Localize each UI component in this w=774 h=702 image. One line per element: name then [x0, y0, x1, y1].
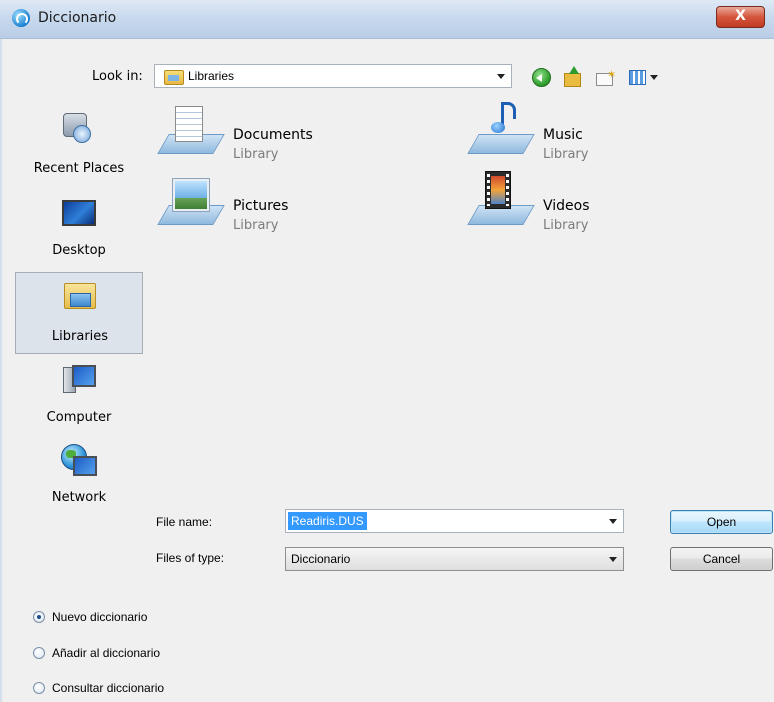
chevron-down-icon[interactable]: [497, 74, 505, 79]
item-name: Documents: [233, 127, 313, 143]
back-button[interactable]: [530, 66, 552, 88]
library-item-music[interactable]: Music Library: [465, 100, 745, 164]
radio-label: Nuevo diccionario: [52, 610, 148, 624]
chevron-down-icon: [650, 75, 658, 80]
place-network[interactable]: Network: [15, 442, 143, 512]
place-label: Network: [51, 490, 107, 505]
computer-icon: [63, 363, 96, 395]
views-menu-icon: [629, 70, 646, 85]
videos-library-icon: [467, 171, 535, 227]
sparkle-icon: ✶: [607, 68, 617, 81]
item-name: Music: [543, 127, 583, 143]
place-label: Recent Places: [33, 161, 125, 176]
chevron-down-icon[interactable]: [609, 557, 617, 562]
place-label: Desktop: [52, 243, 106, 258]
up-one-level-button[interactable]: [562, 66, 584, 88]
radio-button[interactable]: [33, 647, 45, 659]
look-in-dropdown[interactable]: Libraries: [154, 64, 512, 88]
libraries-icon: [164, 70, 184, 85]
new-folder-button[interactable]: ✶: [594, 66, 616, 88]
item-name: Pictures: [233, 198, 289, 214]
title-bar: Diccionario X: [0, 0, 774, 39]
library-item-videos[interactable]: Videos Library: [465, 171, 745, 235]
file-name-label: File name:: [156, 515, 213, 529]
network-icon: [61, 444, 97, 478]
place-recent-places[interactable]: Recent Places: [15, 104, 143, 184]
place-desktop[interactable]: Desktop: [15, 192, 143, 268]
cancel-button[interactable]: Cancel: [670, 547, 773, 571]
file-name-value[interactable]: Readiris.DUS: [288, 512, 367, 530]
files-of-type-dropdown[interactable]: Diccionario: [285, 547, 624, 571]
look-in-value: Libraries: [188, 69, 235, 83]
place-label: Libraries: [51, 329, 109, 344]
item-type: Library: [543, 147, 589, 162]
item-type: Library: [233, 218, 279, 233]
file-name-input[interactable]: Readiris.DUS: [285, 509, 624, 533]
files-of-type-label: Files of type:: [156, 551, 225, 565]
open-button[interactable]: Open: [670, 510, 773, 534]
chevron-down-icon[interactable]: [609, 519, 617, 524]
item-type: Library: [543, 218, 589, 233]
app-icon: [12, 9, 30, 27]
documents-library-icon: [157, 106, 225, 156]
radio-button[interactable]: [33, 611, 45, 623]
up-arrow-icon: [569, 66, 579, 74]
look-in-label: Look in:: [92, 69, 143, 84]
files-of-type-value: Diccionario: [291, 552, 351, 566]
pictures-library-icon: [157, 177, 225, 227]
item-type: Library: [233, 147, 279, 162]
library-item-documents[interactable]: Documents Library: [155, 100, 435, 164]
library-item-pictures[interactable]: Pictures Library: [155, 171, 435, 235]
file-open-dialog: Diccionario X Look in: Libraries ✶ Recen…: [0, 0, 774, 702]
place-computer[interactable]: Computer: [15, 358, 143, 436]
views-menu-button[interactable]: [628, 66, 666, 88]
window-title: Diccionario: [38, 10, 117, 26]
radio-label: Añadir al diccionario: [52, 646, 161, 660]
up-folder-icon: [564, 73, 581, 87]
place-libraries[interactable]: Libraries: [15, 272, 143, 354]
music-library-icon: [467, 102, 535, 156]
file-list: Documents Library Music Library Pictures…: [155, 100, 765, 490]
desktop-icon: [62, 200, 96, 226]
close-button[interactable]: X: [716, 6, 765, 28]
item-name: Videos: [543, 198, 590, 214]
radio-label: Consultar diccionario: [52, 681, 165, 695]
radio-button[interactable]: [33, 682, 45, 694]
window-left-edge: [0, 38, 3, 702]
place-label: Computer: [46, 410, 112, 425]
back-icon: [532, 68, 551, 87]
recent-places-icon: [63, 111, 91, 145]
libraries-icon: [64, 281, 96, 311]
